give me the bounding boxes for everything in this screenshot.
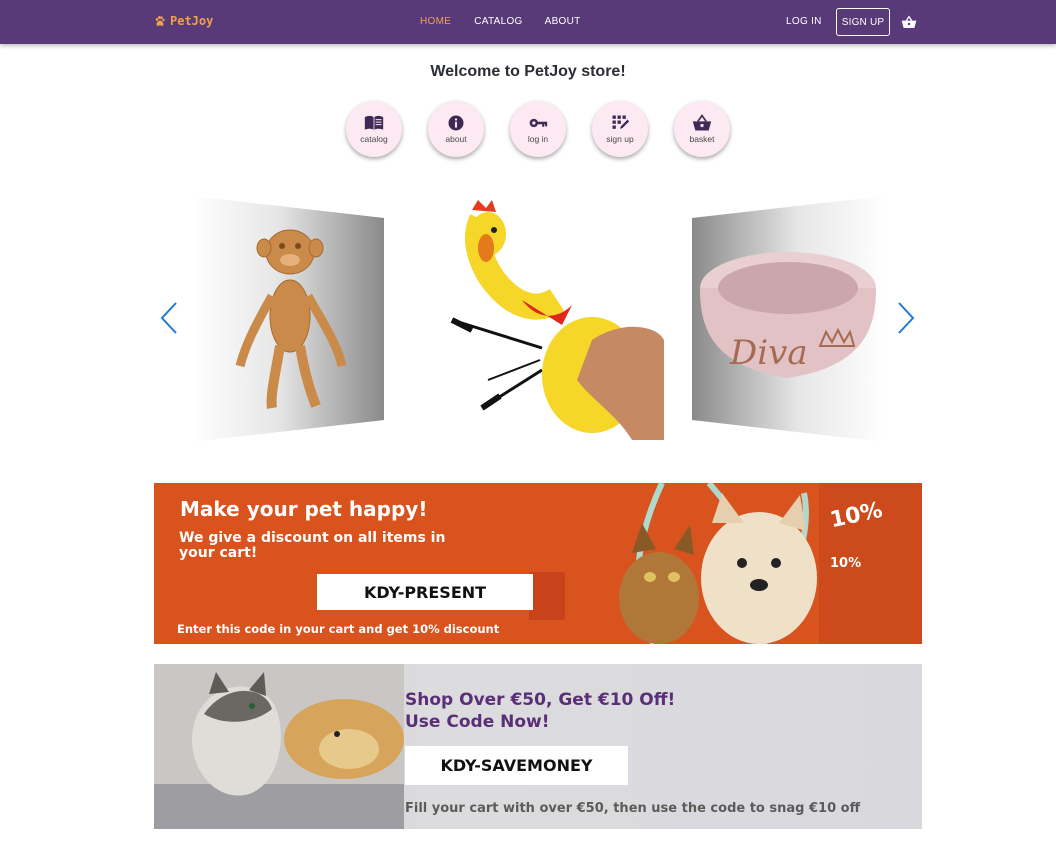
quick-link-login[interactable]: log in [510, 101, 566, 157]
cat-and-dog-photo [154, 664, 404, 829]
promo-code-box: KDY-SAVEMONEY [405, 746, 628, 785]
nav-home[interactable]: HOME [420, 16, 451, 27]
quick-link-basket[interactable]: basket [674, 101, 730, 157]
signup-button[interactable]: SIGN UP [836, 8, 890, 36]
quick-link-about[interactable]: about [428, 101, 484, 157]
quick-link-signup[interactable]: sign up [592, 101, 648, 157]
discount-badge-small: 10% [830, 556, 862, 571]
brand-logo[interactable]: PetJoy [154, 14, 213, 28]
quick-link-label: log in [527, 134, 549, 144]
basket-icon[interactable] [901, 15, 917, 29]
promo-banner-present[interactable]: Make your pet happy! We give a discount … [154, 483, 922, 644]
quick-link-label: catalog [360, 134, 388, 144]
quick-link-label: about [445, 134, 467, 144]
promo-title: Make your pet happy! [180, 497, 428, 521]
page-title: Welcome to PetJoy store! [430, 63, 626, 80]
paw-icon [155, 16, 165, 26]
promo-note: Enter this code in your cart and get 10%… [177, 622, 500, 636]
promo-code: KDY-SAVEMONEY [440, 756, 593, 775]
nav-about[interactable]: ABOUT [545, 16, 581, 27]
dialpad-icon [612, 115, 630, 129]
promo-title-line2: Use Code Now! [405, 712, 550, 732]
chevron-right-icon[interactable] [897, 302, 915, 334]
basket-icon [692, 114, 712, 131]
promo-note: Fill your cart with over €50, then use t… [405, 801, 861, 816]
nav-catalog[interactable]: CATALOG [474, 16, 522, 27]
cat-and-dog-photo [619, 483, 817, 644]
login-link[interactable]: LOG IN [786, 16, 822, 27]
promo-subtitle: We give a discount on all items in your … [179, 530, 446, 561]
info-icon [448, 115, 464, 131]
promo-code: KDY-PRESENT [363, 582, 487, 602]
navbar: PetJoy HOME CATALOG ABOUT LOG IN SIGN UP [0, 0, 1056, 44]
carousel-slide-monkey[interactable] [190, 196, 386, 442]
quick-link-label: basket [689, 134, 715, 144]
promo-banner-savemoney[interactable]: Shop Over €50, Get €10 Off! Use Code Now… [154, 664, 922, 829]
bowl-label: Diva [729, 333, 808, 373]
signup-label: SIGN UP [841, 16, 885, 28]
promo-code-box: KDY-PRESENT [317, 574, 533, 610]
carousel-slide-chicken[interactable] [442, 200, 664, 440]
carousel-slide-bowl[interactable]: Diva [690, 196, 886, 442]
code-box-shadow [529, 572, 565, 620]
quick-link-label: sign up [606, 134, 634, 144]
key-icon [529, 118, 548, 128]
promo-title: Shop Over €50, Get €10 Off! Use Code Now… [405, 689, 675, 733]
brand-name: PetJoy [170, 14, 214, 28]
main-nav: HOME CATALOG ABOUT [420, 16, 581, 27]
chevron-left-icon[interactable] [160, 302, 178, 334]
quick-link-catalog[interactable]: catalog [346, 101, 402, 157]
book-icon [364, 115, 384, 130]
promo-title-line1: Shop Over €50, Get €10 Off! [405, 690, 676, 710]
